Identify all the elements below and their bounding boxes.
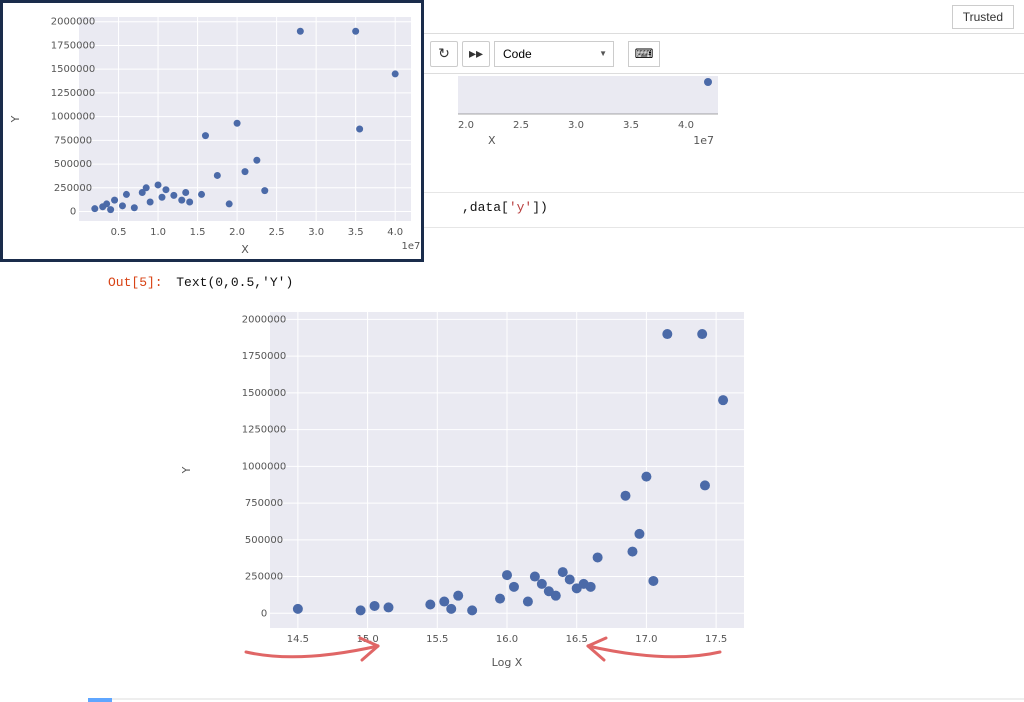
svg-text:Y: Y (180, 466, 193, 474)
svg-text:2000000: 2000000 (51, 17, 96, 28)
svg-text:17.5: 17.5 (705, 634, 727, 645)
svg-text:1.0: 1.0 (150, 227, 166, 238)
svg-text:2.5: 2.5 (269, 227, 285, 238)
svg-text:1e7: 1e7 (402, 241, 421, 252)
svg-text:1500000: 1500000 (242, 388, 287, 399)
output-row: Out[5]: Text(0,0.5,'Y') (108, 274, 293, 290)
main-scatter-chart: 14.5 15.0 15.5 16.0 16.5 17.0 17.5 0 250000 50000… (178, 300, 758, 670)
svg-text:Log X: Log X (492, 656, 523, 669)
svg-text:4.0: 4.0 (678, 120, 694, 131)
svg-text:500000: 500000 (245, 535, 283, 546)
svg-text:2.0: 2.0 (458, 120, 474, 131)
svg-text:2.0: 2.0 (229, 227, 245, 238)
restart-icon: ↻ (438, 45, 450, 62)
svg-text:3.0: 3.0 (568, 120, 584, 131)
cell-type-label: Code (503, 47, 532, 61)
svg-text:750000: 750000 (245, 498, 283, 509)
partial-axis-offset: 1e7 (693, 134, 714, 147)
out-text: Text(0,0.5,'Y') (176, 275, 293, 290)
cell-type-select[interactable]: Code (494, 41, 614, 67)
partial-axis-label: X (488, 134, 496, 147)
svg-text:750000: 750000 (54, 135, 92, 146)
svg-text:15.0: 15.0 (356, 634, 378, 645)
svg-text:2000000: 2000000 (242, 314, 287, 325)
fast-forward-icon: ▸▸ (469, 45, 483, 62)
svg-text:2.5: 2.5 (513, 120, 529, 131)
trusted-badge[interactable]: Trusted (952, 5, 1014, 29)
svg-text:1.5: 1.5 (190, 227, 206, 238)
svg-text:1500000: 1500000 (51, 64, 96, 75)
svg-text:500000: 500000 (54, 159, 92, 170)
svg-text:1750000: 1750000 (242, 351, 287, 362)
svg-text:4.0: 4.0 (387, 227, 403, 238)
svg-text:0: 0 (70, 207, 76, 218)
svg-text:16.5: 16.5 (566, 634, 588, 645)
command-palette-button[interactable]: ⌨ (628, 41, 660, 67)
fast-forward-button[interactable]: ▸▸ (462, 41, 490, 67)
svg-text:0.5: 0.5 (111, 227, 127, 238)
out-prompt: Out[5]: (108, 275, 163, 290)
svg-text:14.5: 14.5 (287, 634, 309, 645)
svg-text:3.5: 3.5 (348, 227, 364, 238)
cell-divider (88, 698, 1024, 700)
svg-text:15.5: 15.5 (426, 634, 448, 645)
svg-text:16.0: 16.0 (496, 634, 518, 645)
svg-text:0: 0 (261, 608, 267, 619)
svg-text:1250000: 1250000 (242, 425, 287, 436)
svg-text:1000000: 1000000 (51, 112, 96, 123)
overlay-scatter-chart: 0.5 1.0 1.5 2.0 2.5 3.0 3.5 4.0 0 250000 500000 750… (0, 0, 424, 262)
restart-kernel-button[interactable]: ↻ (430, 41, 458, 67)
svg-text:3.0: 3.0 (308, 227, 324, 238)
svg-text:1000000: 1000000 (242, 461, 287, 472)
keyboard-icon: ⌨ (635, 46, 654, 62)
svg-text:1750000: 1750000 (51, 40, 96, 51)
svg-text:X: X (241, 243, 249, 256)
svg-text:17.0: 17.0 (635, 634, 657, 645)
svg-text:Y: Y (9, 115, 22, 123)
svg-text:250000: 250000 (245, 572, 283, 583)
cell-selection-bar (88, 698, 112, 702)
svg-text:250000: 250000 (54, 183, 92, 194)
code-fragment: ,data['y']) (462, 200, 548, 215)
svg-text:1250000: 1250000 (51, 88, 96, 99)
svg-text:3.5: 3.5 (623, 120, 639, 131)
partial-chart-axis: 2.0 2.5 3.0 3.5 4.0 1e7 X (458, 76, 738, 156)
